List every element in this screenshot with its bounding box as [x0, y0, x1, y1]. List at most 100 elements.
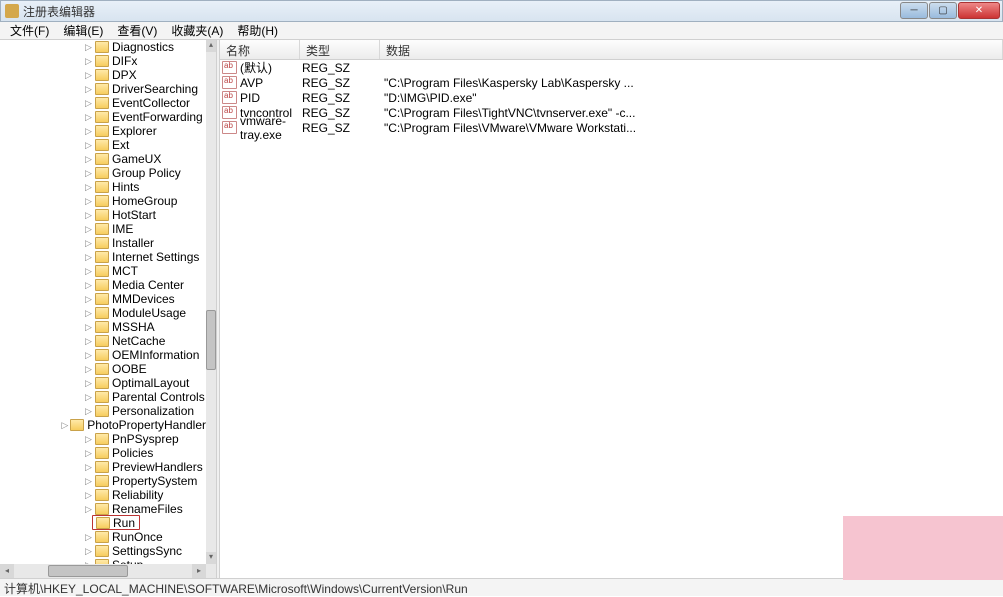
expand-icon[interactable]: ▷ — [84, 449, 93, 458]
expand-icon[interactable]: ▷ — [84, 183, 93, 192]
tree-node-media-center[interactable]: ▷Media Center — [0, 278, 206, 292]
tree-node-eventforwarding[interactable]: ▷EventForwarding — [0, 110, 206, 124]
expand-icon[interactable]: ▷ — [84, 113, 93, 122]
expand-icon[interactable]: ▷ — [84, 211, 93, 220]
header-type[interactable]: 类型 — [300, 40, 380, 59]
tree-node-eventcollector[interactable]: ▷EventCollector — [0, 96, 206, 110]
value-row[interactable]: PIDREG_SZ"D:\IMG\PID.exe" — [220, 90, 1003, 105]
expand-icon[interactable]: ▷ — [84, 197, 93, 206]
value-row[interactable]: AVPREG_SZ"C:\Program Files\Kaspersky Lab… — [220, 75, 1003, 90]
tree-node-pnpsysprep[interactable]: ▷PnPSysprep — [0, 432, 206, 446]
horizontal-scroll-thumb[interactable] — [48, 565, 128, 577]
scroll-left-arrow[interactable]: ◂ — [0, 564, 14, 578]
scroll-down-arrow[interactable]: ▾ — [206, 552, 216, 564]
expand-icon[interactable]: ▷ — [84, 351, 93, 360]
maximize-button[interactable]: ▢ — [929, 2, 957, 19]
tree-node-hints[interactable]: ▷Hints — [0, 180, 206, 194]
registry-tree[interactable]: ▷Diagnostics▷DIFx▷DPX▷DriverSearching▷Ev… — [0, 40, 206, 564]
tree-node-policies[interactable]: ▷Policies — [0, 446, 206, 460]
expand-icon[interactable]: ▷ — [84, 57, 93, 66]
tree-node-reliability[interactable]: ▷Reliability — [0, 488, 206, 502]
expand-icon[interactable]: ▷ — [84, 99, 93, 108]
menu-help[interactable]: 帮助(H) — [231, 21, 284, 40]
tree-node-renamefiles[interactable]: ▷RenameFiles — [0, 502, 206, 516]
menu-favorites[interactable]: 收藏夹(A) — [165, 21, 229, 40]
tree-node-photopropertyhandler[interactable]: ▷PhotoPropertyHandler — [0, 418, 206, 432]
tree-node-driversearching[interactable]: ▷DriverSearching — [0, 82, 206, 96]
tree-node-explorer[interactable]: ▷Explorer — [0, 124, 206, 138]
expand-icon[interactable]: ▷ — [84, 491, 93, 500]
tree-node-homegroup[interactable]: ▷HomeGroup — [0, 194, 206, 208]
header-data[interactable]: 数据 — [380, 40, 1003, 59]
expand-icon[interactable]: ▷ — [84, 323, 93, 332]
tree-node-mct[interactable]: ▷MCT — [0, 264, 206, 278]
tree-node-group-policy[interactable]: ▷Group Policy — [0, 166, 206, 180]
value-list[interactable]: (默认)REG_SZAVPREG_SZ"C:\Program Files\Kas… — [220, 60, 1003, 135]
expand-icon[interactable]: ▷ — [84, 295, 93, 304]
header-name[interactable]: 名称 — [220, 40, 300, 59]
tree-node-diagnostics[interactable]: ▷Diagnostics — [0, 40, 206, 54]
tree-node-parental-controls[interactable]: ▷Parental Controls — [0, 390, 206, 404]
tree-node-internet-settings[interactable]: ▷Internet Settings — [0, 250, 206, 264]
tree-node-moduleusage[interactable]: ▷ModuleUsage — [0, 306, 206, 320]
expand-icon[interactable]: ▷ — [84, 239, 93, 248]
expand-icon[interactable]: ▷ — [84, 281, 93, 290]
expand-icon[interactable]: ▷ — [84, 337, 93, 346]
menu-edit[interactable]: 编辑(E) — [57, 21, 109, 40]
tree-node-settingssync[interactable]: ▷SettingsSync — [0, 544, 206, 558]
tree-node-installer[interactable]: ▷Installer — [0, 236, 206, 250]
minimize-button[interactable]: ─ — [900, 2, 928, 19]
expand-icon[interactable]: ▷ — [84, 141, 93, 150]
vertical-scroll-thumb[interactable] — [206, 310, 216, 370]
tree-node-personalization[interactable]: ▷Personalization — [0, 404, 206, 418]
tree-node-oobe[interactable]: ▷OOBE — [0, 362, 206, 376]
expand-icon[interactable]: ▷ — [61, 421, 68, 430]
tree-node-difx[interactable]: ▷DIFx — [0, 54, 206, 68]
expand-icon[interactable]: ▷ — [84, 71, 93, 80]
value-row[interactable]: vmware-tray.exeREG_SZ"C:\Program Files\V… — [220, 120, 1003, 135]
tree-node-oeminformation[interactable]: ▷OEMInformation — [0, 348, 206, 362]
expand-icon[interactable]: ▷ — [84, 253, 93, 262]
tree-vertical-scrollbar[interactable]: ▴ ▾ — [206, 40, 216, 564]
expand-icon[interactable]: ▷ — [84, 379, 93, 388]
expand-icon[interactable]: ▷ — [84, 477, 93, 486]
value-row[interactable]: tvncontrolREG_SZ"C:\Program Files\TightV… — [220, 105, 1003, 120]
expand-icon[interactable]: ▷ — [84, 435, 93, 444]
expand-icon[interactable]: ▷ — [84, 393, 93, 402]
expand-icon[interactable]: ▷ — [84, 505, 93, 514]
expand-icon[interactable]: ▷ — [84, 267, 93, 276]
tree-node-runonce[interactable]: ▷RunOnce — [0, 530, 206, 544]
menu-file[interactable]: 文件(F) — [4, 21, 55, 40]
expand-icon[interactable]: ▷ — [84, 225, 93, 234]
tree-node-dpx[interactable]: ▷DPX — [0, 68, 206, 82]
tree-node-ime[interactable]: ▷IME — [0, 222, 206, 236]
value-row[interactable]: (默认)REG_SZ — [220, 60, 1003, 75]
tree-node-gameux[interactable]: ▷GameUX — [0, 152, 206, 166]
expand-icon[interactable]: ▷ — [84, 85, 93, 94]
scroll-up-arrow[interactable]: ▴ — [206, 40, 216, 52]
tree-node-run[interactable]: Run — [0, 516, 206, 530]
tree-node-mssha[interactable]: ▷MSSHA — [0, 320, 206, 334]
expand-icon[interactable]: ▷ — [84, 43, 93, 52]
tree-node-previewhandlers[interactable]: ▷PreviewHandlers — [0, 460, 206, 474]
tree-node-propertysystem[interactable]: ▷PropertySystem — [0, 474, 206, 488]
tree-node-netcache[interactable]: ▷NetCache — [0, 334, 206, 348]
scroll-right-arrow[interactable]: ▸ — [192, 564, 206, 578]
expand-icon[interactable]: ▷ — [84, 365, 93, 374]
close-button[interactable]: ✕ — [958, 2, 1000, 19]
expand-icon[interactable]: ▷ — [84, 407, 93, 416]
expand-icon[interactable]: ▷ — [84, 155, 93, 164]
tree-node-mmdevices[interactable]: ▷MMDevices — [0, 292, 206, 306]
menu-view[interactable]: 查看(V) — [111, 21, 163, 40]
expand-icon[interactable]: ▷ — [84, 533, 93, 542]
expand-icon[interactable]: ▷ — [84, 547, 93, 556]
tree-horizontal-scrollbar[interactable]: ◂ ▸ — [0, 564, 206, 578]
tree-node-optimallayout[interactable]: ▷OptimalLayout — [0, 376, 206, 390]
expand-icon[interactable]: ▷ — [84, 463, 93, 472]
tree-node-hotstart[interactable]: ▷HotStart — [0, 208, 206, 222]
tree-node-ext[interactable]: ▷Ext — [0, 138, 206, 152]
expand-icon[interactable]: ▷ — [84, 127, 93, 136]
folder-icon — [95, 405, 109, 417]
expand-icon[interactable]: ▷ — [84, 169, 93, 178]
expand-icon[interactable]: ▷ — [84, 309, 93, 318]
